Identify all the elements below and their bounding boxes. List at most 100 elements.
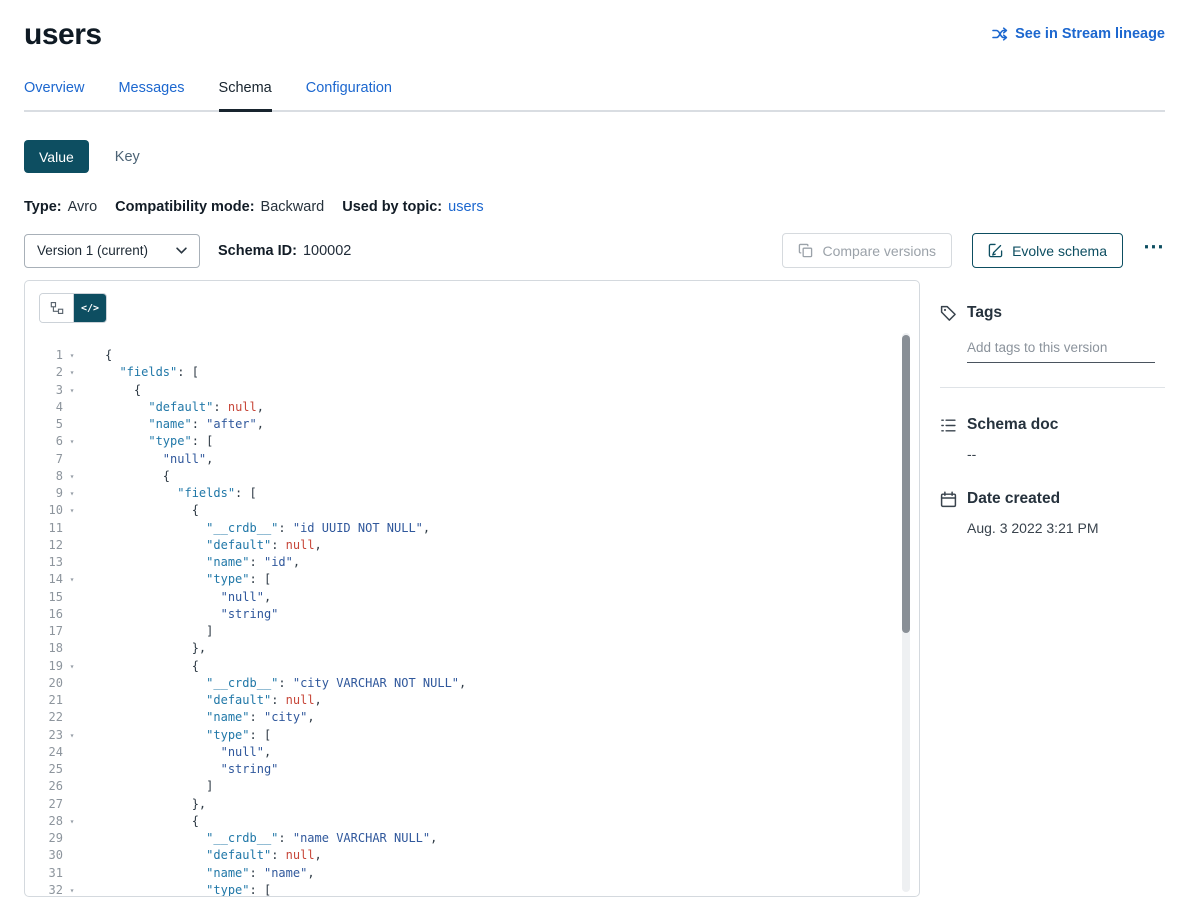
line-number: 3	[25, 382, 63, 399]
more-options-button[interactable]: ⋯	[1143, 236, 1165, 265]
fold-toggle-icon[interactable]: ▾	[63, 433, 77, 450]
code-line: 31 "name": "name",	[25, 865, 919, 882]
edit-schema-icon	[988, 243, 1003, 258]
version-bar-actions: Compare versions Evolve schema ⋯	[782, 233, 1165, 268]
fold-toggle-icon[interactable]: ▾	[63, 468, 77, 485]
fold-toggle-icon[interactable]: ▾	[63, 813, 77, 830]
code-line: 25 "string"	[25, 761, 919, 778]
line-number: 19	[25, 658, 63, 675]
code-line: 1▾{	[25, 347, 919, 364]
code-line: 30 "default": null,	[25, 847, 919, 864]
page-header: users See in Stream lineage	[24, 18, 1165, 52]
code-text: {	[77, 658, 199, 675]
code-line: 20 "__crdb__": "city VARCHAR NOT NULL",	[25, 675, 919, 692]
stream-lineage-link[interactable]: See in Stream lineage	[992, 26, 1165, 42]
line-number: 15	[25, 589, 63, 606]
schema-type-toggle: Value Key	[24, 140, 1165, 173]
tab-overview[interactable]: Overview	[24, 80, 84, 110]
code-text: "type": [	[77, 727, 271, 744]
schema-editor-panel: </> 1▾{2▾ "fields": [3▾ {4 "default": nu…	[24, 280, 920, 897]
code-lines: 1▾{2▾ "fields": [3▾ {4 "default": null,5…	[25, 347, 919, 897]
fold-toggle-icon[interactable]: ▾	[63, 658, 77, 675]
tags-section: Tags	[940, 304, 1165, 388]
type-label: Type:	[24, 199, 62, 215]
tag-icon	[940, 305, 957, 322]
code-text: "default": null,	[77, 537, 322, 554]
line-number: 21	[25, 692, 63, 709]
code-line: 23▾ "type": [	[25, 727, 919, 744]
code-line: 16 "string"	[25, 606, 919, 623]
tab-schema[interactable]: Schema	[219, 80, 272, 112]
key-toggle-button[interactable]: Key	[115, 149, 140, 165]
code-line: 24 "null",	[25, 744, 919, 761]
schema-id-value: 100002	[303, 243, 351, 259]
line-number: 25	[25, 761, 63, 778]
code-text: "fields": [	[77, 485, 257, 502]
fold-toggle-icon[interactable]: ▾	[63, 364, 77, 381]
code-line: 10▾ {	[25, 502, 919, 519]
line-number: 20	[25, 675, 63, 692]
fold-toggle-icon[interactable]: ▾	[63, 485, 77, 502]
code-text: {	[77, 468, 170, 485]
line-number: 27	[25, 796, 63, 813]
code-text: "string"	[77, 606, 278, 623]
sidebar-divider	[940, 387, 1165, 388]
fold-toggle-icon[interactable]: ▾	[63, 347, 77, 364]
code-line: 22 "name": "city",	[25, 709, 919, 726]
code-line: 11 "__crdb__": "id UUID NOT NULL",	[25, 520, 919, 537]
fold-toggle-icon[interactable]: ▾	[63, 571, 77, 588]
code-line: 2▾ "fields": [	[25, 364, 919, 381]
code-text: {	[77, 813, 199, 830]
schema-id: Schema ID: 100002	[218, 243, 351, 259]
line-number: 5	[25, 416, 63, 433]
code-text: "name": "id",	[77, 554, 300, 571]
fold-toggle-icon[interactable]: ▾	[63, 502, 77, 519]
type-value: Avro	[68, 199, 98, 215]
list-icon	[940, 417, 957, 434]
code-line: 15 "null",	[25, 589, 919, 606]
code-line: 21 "default": null,	[25, 692, 919, 709]
evolve-schema-button[interactable]: Evolve schema	[972, 233, 1123, 268]
compare-versions-button[interactable]: Compare versions	[782, 233, 952, 268]
tags-input[interactable]	[967, 336, 1155, 363]
code-line: 12 "default": null,	[25, 537, 919, 554]
editor-scrollbar-thumb[interactable]	[902, 335, 910, 633]
line-number: 8	[25, 468, 63, 485]
schema-doc-heading-row: Schema doc	[940, 416, 1165, 434]
code-line: 6▾ "type": [	[25, 433, 919, 450]
code-view-button[interactable]: </>	[73, 294, 106, 322]
code-line: 13 "name": "id",	[25, 554, 919, 571]
line-number: 29	[25, 830, 63, 847]
line-number: 16	[25, 606, 63, 623]
tree-view-button[interactable]	[40, 294, 73, 322]
code-text: "null",	[77, 744, 271, 761]
code-text: "null",	[77, 451, 213, 468]
tab-configuration[interactable]: Configuration	[306, 80, 392, 110]
code-text: "default": null,	[77, 692, 322, 709]
fold-toggle-icon[interactable]: ▾	[63, 882, 77, 897]
tree-view-icon	[50, 301, 64, 315]
code-line: 4 "default": null,	[25, 399, 919, 416]
code-line: 32▾ "type": [	[25, 882, 919, 897]
fold-toggle-icon[interactable]: ▾	[63, 727, 77, 744]
topic-link[interactable]: users	[448, 199, 483, 215]
tab-messages[interactable]: Messages	[118, 80, 184, 110]
line-number: 32	[25, 882, 63, 897]
line-number: 12	[25, 537, 63, 554]
code-text: },	[77, 640, 206, 657]
fold-toggle-icon[interactable]: ▾	[63, 382, 77, 399]
line-number: 18	[25, 640, 63, 657]
code-line: 29 "__crdb__": "name VARCHAR NULL",	[25, 830, 919, 847]
date-created-heading: Date created	[967, 490, 1060, 508]
line-number: 1	[25, 347, 63, 364]
compatibility-value: Backward	[261, 199, 325, 215]
schema-doc-value: --	[967, 446, 1165, 462]
version-select[interactable]: Version 1 (current)	[24, 234, 200, 268]
code-line: 7 "null",	[25, 451, 919, 468]
code-text: {	[77, 382, 141, 399]
editor-scrollbar-track[interactable]	[902, 333, 910, 892]
chevron-down-icon	[176, 247, 187, 254]
value-toggle-button[interactable]: Value	[24, 140, 89, 173]
code-text: "type": [	[77, 433, 213, 450]
code-line: 26 ]	[25, 778, 919, 795]
